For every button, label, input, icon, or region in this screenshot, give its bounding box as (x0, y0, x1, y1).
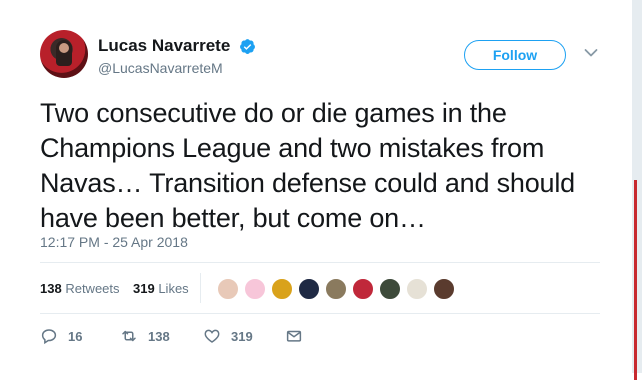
background-strip (634, 180, 637, 380)
retweet-count: 138 (148, 328, 170, 344)
retweet-button[interactable]: 138 (120, 324, 170, 348)
direct-message-button[interactable] (285, 324, 313, 348)
tweet-actions: 16 138 319 (40, 324, 600, 352)
liker-avatar-2[interactable] (243, 277, 267, 301)
author-handle[interactable]: @LucasNavarreteM (98, 60, 256, 76)
background-edge (632, 0, 642, 380)
liker-avatar-3[interactable] (270, 277, 294, 301)
author-display-name[interactable]: Lucas Navarrete (98, 36, 230, 56)
divider (40, 313, 600, 314)
tweet-text: Two consecutive do or die games in the C… (40, 98, 575, 233)
follow-button[interactable]: Follow (464, 40, 566, 70)
author-names: Lucas Navarrete @LucasNavarreteM (98, 36, 256, 76)
tweet-stats: 138 Retweets 319 Likes (40, 263, 600, 313)
likes-stat-label: Likes (158, 281, 189, 296)
like-count: 319 (231, 328, 253, 344)
liker-avatar-4[interactable] (297, 277, 321, 301)
liker-avatar-5[interactable] (324, 277, 348, 301)
reply-button[interactable]: 16 (40, 324, 82, 348)
like-button[interactable]: 319 (203, 324, 253, 348)
liker-avatar-1[interactable] (216, 277, 240, 301)
chevron-down-icon[interactable] (584, 48, 598, 58)
liker-avatar-6[interactable] (351, 277, 375, 301)
verified-badge-icon (239, 38, 255, 54)
heart-icon (204, 329, 220, 343)
likes-stat[interactable]: 319 Likes (133, 281, 189, 296)
retweets-stat[interactable]: 138 Retweets (40, 281, 120, 296)
retweets-stat-label: Retweets (65, 281, 120, 296)
tweet-header: Lucas Navarrete @LucasNavarreteM Follow (40, 30, 610, 82)
liker-avatar-7[interactable] (378, 277, 402, 301)
liker-avatar-9[interactable] (432, 277, 456, 301)
reply-count: 16 (68, 328, 83, 344)
avatar-face-shape (59, 43, 69, 53)
retweets-stat-count: 138 (40, 281, 62, 296)
author-avatar[interactable] (40, 30, 88, 78)
stats-separator (200, 273, 201, 303)
liker-avatar-8[interactable] (405, 277, 429, 301)
retweet-icon (122, 330, 136, 342)
envelope-icon (286, 330, 302, 342)
tweet-card: Lucas Navarrete @LucasNavarreteM Follow … (0, 0, 632, 373)
tweet-timestamp[interactable]: 12:17 PM - 25 Apr 2018 (40, 234, 188, 250)
likes-stat-count: 319 (133, 281, 155, 296)
reply-icon (41, 329, 57, 345)
